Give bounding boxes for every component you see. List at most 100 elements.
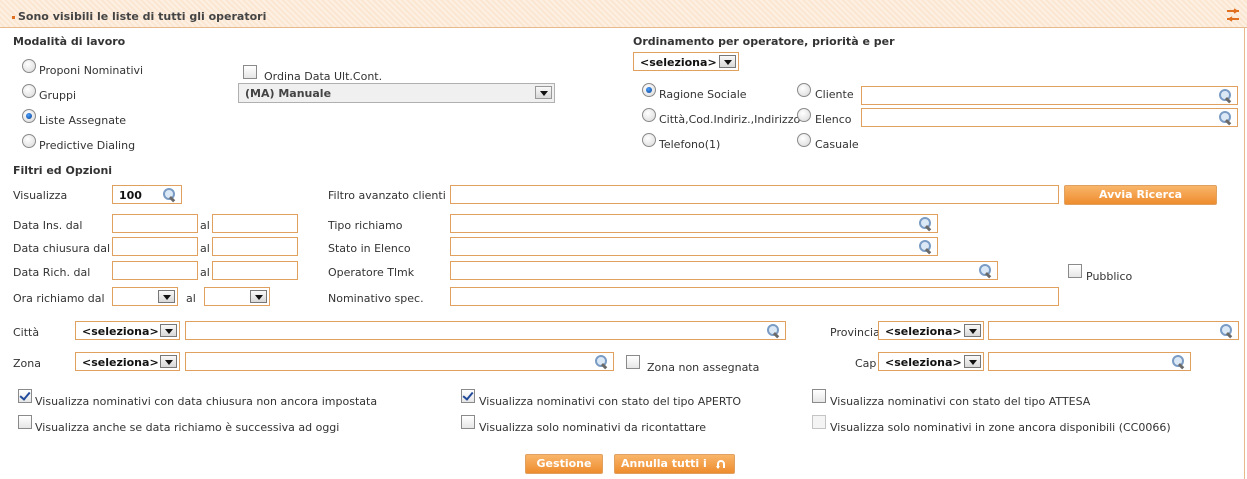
collapse-icon[interactable]: [1225, 7, 1241, 23]
radio-predictive-label: Predictive Dialing: [39, 139, 136, 152]
search-icon[interactable]: [163, 188, 177, 202]
search-icon[interactable]: [1219, 89, 1233, 103]
work-mode-select[interactable]: (MA) Manuale: [238, 83, 555, 103]
option-aperto-checkbox[interactable]: [461, 389, 475, 403]
radio-liste-assegnate[interactable]: [22, 109, 36, 123]
ordering-select[interactable]: <seleziona>: [633, 52, 739, 71]
option-data-richiamo-checkbox[interactable]: [18, 415, 32, 429]
radio-proponi-nominativi[interactable]: [22, 59, 36, 73]
ordina-data-label: Ordina Data Ult.Cont.: [264, 70, 383, 83]
ora-to-select[interactable]: [204, 287, 270, 306]
chevron-down-icon: [535, 86, 552, 99]
visualizza-value: 100: [119, 189, 142, 202]
elenco-search-input[interactable]: [861, 108, 1238, 127]
stato-elenco-input[interactable]: [450, 237, 938, 256]
al-label: al: [200, 219, 210, 232]
data-chiusura-label: Data chiusura dal: [13, 242, 111, 255]
filtro-avanzato-input[interactable]: [450, 185, 1059, 204]
tipo-richiamo-label: Tipo richiamo: [328, 219, 403, 232]
radio-citta-label: Città,Cod.Indiriz.,Indirizzo: [659, 113, 801, 126]
radio-cliente[interactable]: [797, 83, 811, 97]
option-data-chiusura-label: Visualizza nominativi con data chiusura …: [35, 395, 378, 408]
radio-elenco[interactable]: [797, 108, 811, 122]
data-ins-label: Data Ins. dal: [13, 219, 83, 232]
panel-header: Sono visibili le liste di tutti gli oper…: [0, 0, 1247, 28]
provincia-input[interactable]: [988, 321, 1239, 340]
citta-select[interactable]: <seleziona>: [75, 321, 180, 340]
pubblico-label: Pubblico: [1086, 270, 1133, 283]
data-rich-to-input[interactable]: [212, 261, 298, 280]
option-aperto-label: Visualizza nominativi con stato del tipo…: [479, 395, 742, 408]
radio-casuale-label: Casuale: [815, 138, 859, 151]
annulla-filtri-label: Annulla tutti i filtri: [621, 457, 707, 479]
radio-gruppi[interactable]: [22, 84, 36, 98]
radio-liste-label: Liste Assegnate: [39, 114, 127, 127]
cliente-search-input[interactable]: [861, 86, 1238, 105]
cap-input[interactable]: [988, 352, 1191, 371]
work-mode-title: Modalità di lavoro: [13, 35, 126, 48]
radio-ragione-sociale[interactable]: [642, 83, 656, 97]
data-ins-from-input[interactable]: [112, 214, 198, 233]
ora-richiamo-label: Ora richiamo dal: [13, 292, 105, 305]
stato-elenco-label: Stato in Elenco: [328, 242, 411, 255]
search-icon[interactable]: [595, 355, 609, 369]
search-icon[interactable]: [1219, 111, 1233, 125]
annulla-filtri-button[interactable]: Annulla tutti i filtri: [614, 454, 735, 479]
search-icon[interactable]: [919, 240, 933, 254]
radio-cliente-label: Cliente: [815, 88, 854, 101]
citta-label: Città: [13, 326, 40, 339]
option-attesa-checkbox[interactable]: [812, 389, 826, 403]
panel-border: [1244, 28, 1245, 479]
filters-title: Filtri ed Opzioni: [13, 164, 113, 177]
search-icon[interactable]: [1220, 324, 1234, 338]
provincia-label: Provincia: [830, 326, 880, 339]
option-zone-disponibili-checkbox[interactable]: [812, 415, 826, 429]
visualizza-input[interactable]: 100: [112, 185, 182, 204]
search-icon[interactable]: [1172, 355, 1186, 369]
avvia-ricerca-button[interactable]: Avvia Ricerca Anagrafiche: [1064, 185, 1217, 219]
nominativo-input[interactable]: [450, 287, 1059, 306]
chevron-down-icon: [964, 355, 981, 368]
gestione-filtri-button[interactable]: Gestione filtri: [525, 454, 603, 479]
option-zone-disponibili-label: Visualizza solo nominativi in zone ancor…: [830, 421, 1171, 434]
cap-select[interactable]: <seleziona>: [878, 352, 984, 371]
radio-telefono-label: Telefono(1): [659, 138, 721, 151]
ordina-data-checkbox[interactable]: [243, 65, 257, 79]
cap-label: Cap: [855, 357, 877, 370]
zona-non-assegnata-checkbox[interactable]: [626, 355, 640, 369]
option-data-chiusura-checkbox[interactable]: [18, 389, 32, 403]
data-ins-to-input[interactable]: [212, 214, 298, 233]
operatore-input[interactable]: [450, 261, 998, 280]
data-chiusura-from-input[interactable]: [112, 237, 198, 256]
provincia-select-value: <seleziona>: [885, 325, 962, 338]
provincia-select[interactable]: <seleziona>: [878, 321, 984, 340]
tipo-richiamo-input[interactable]: [450, 214, 938, 233]
radio-telefono[interactable]: [642, 133, 656, 147]
visualizza-label: Visualizza: [13, 189, 68, 202]
radio-casuale[interactable]: [797, 133, 811, 147]
search-icon[interactable]: [767, 324, 781, 338]
radio-proponi-label: Proponi Nominativi: [39, 64, 144, 77]
data-chiusura-to-input[interactable]: [212, 237, 298, 256]
zona-select[interactable]: <seleziona>: [75, 352, 180, 371]
data-rich-from-input[interactable]: [112, 261, 198, 280]
chevron-down-icon: [250, 290, 267, 303]
zona-input[interactable]: [185, 352, 614, 371]
ora-from-select[interactable]: [112, 287, 178, 306]
al-label: al: [186, 292, 196, 305]
filtro-avanzato-label: Filtro avanzato clienti: [328, 189, 446, 202]
radio-predictive-dialing[interactable]: [22, 134, 36, 148]
citta-select-value: <seleziona>: [82, 325, 159, 338]
option-ricontattare-checkbox[interactable]: [461, 415, 475, 429]
radio-citta-indirizzo[interactable]: [642, 108, 656, 122]
pubblico-checkbox[interactable]: [1068, 264, 1082, 278]
zona-label: Zona: [13, 357, 41, 370]
chevron-down-icon: [964, 324, 981, 337]
search-icon[interactable]: [919, 217, 933, 231]
al-label: al: [200, 266, 210, 279]
citta-input[interactable]: [185, 321, 786, 340]
radio-ragione-label: Ragione Sociale: [659, 88, 747, 101]
search-icon[interactable]: [979, 264, 993, 278]
option-attesa-label: Visualizza nominativi con stato del tipo…: [830, 395, 1091, 408]
zona-non-assegnata-label: Zona non assegnata: [647, 361, 760, 374]
